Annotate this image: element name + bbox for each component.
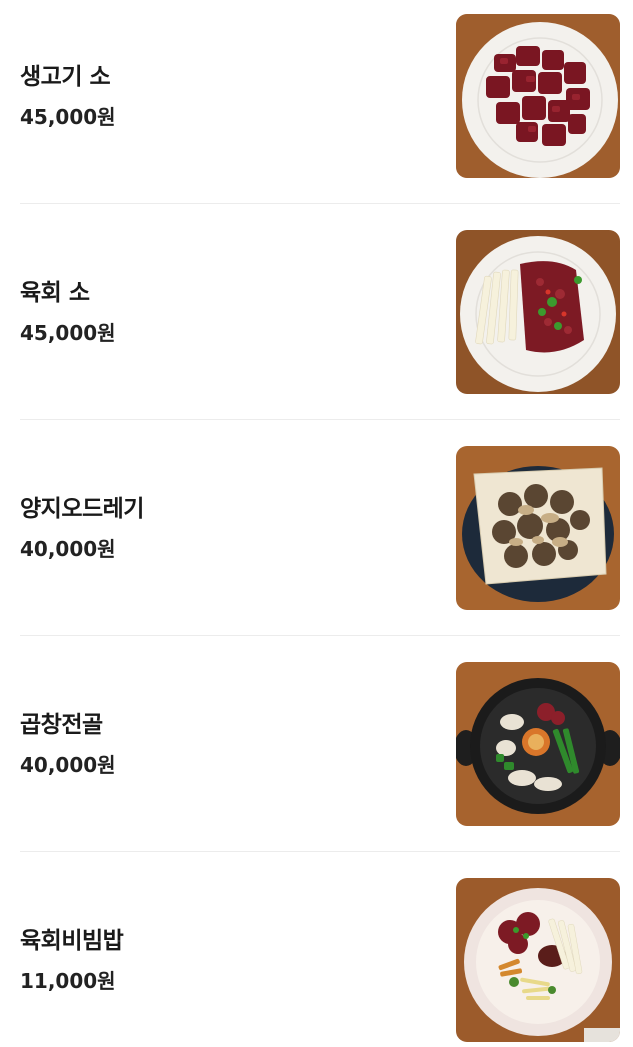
raw-beef-plate-icon [456, 14, 620, 178]
menu-item-price: 45,000원 [20, 105, 116, 129]
yukhoe-image[interactable] [456, 230, 620, 394]
menu-item[interactable]: 곱창전골 40,000원 [20, 662, 620, 826]
menu-item-info: 육회비빔밥 11,000원 [20, 926, 420, 994]
raw-beef-image[interactable] [456, 14, 620, 178]
brisket-odregi-plate-icon [456, 446, 620, 610]
gopchang-jeongol-image[interactable] [456, 662, 620, 826]
divider [20, 851, 620, 852]
yukhoe-bibimbap-bowl-icon [456, 878, 620, 1042]
menu-item[interactable]: 육회 소 45,000원 [20, 230, 620, 394]
gopchang-jeongol-pot-icon [456, 662, 620, 826]
yukhoe-plate-icon [456, 230, 620, 394]
menu-item-name: 생고기 소 [20, 64, 111, 90]
menu-list: 생고기 소 45,000원 육회 소 45,000원 양지오드레기 40,000… [0, 0, 633, 1047]
divider [20, 203, 620, 204]
menu-item-info: 양지오드레기 40,000원 [20, 494, 420, 562]
menu-item-price: 40,000원 [20, 753, 116, 777]
brisket-odregi-image[interactable] [456, 446, 620, 610]
menu-item[interactable]: 육회비빔밥 11,000원 [20, 878, 620, 1042]
menu-item-name: 육회비빔밥 [20, 928, 124, 954]
yukhoe-bibimbap-image[interactable] [456, 878, 620, 1042]
menu-item[interactable]: 양지오드레기 40,000원 [20, 446, 620, 610]
menu-item-name: 양지오드레기 [20, 496, 144, 522]
menu-item[interactable]: 생고기 소 45,000원 [20, 14, 620, 178]
menu-item-price: 40,000원 [20, 537, 116, 561]
divider [20, 419, 620, 420]
menu-item-price: 11,000원 [20, 969, 116, 993]
menu-item-info: 생고기 소 45,000원 [20, 62, 420, 130]
menu-item-info: 육회 소 45,000원 [20, 278, 420, 346]
divider [20, 635, 620, 636]
menu-item-info: 곱창전골 40,000원 [20, 710, 420, 778]
menu-item-name: 육회 소 [20, 280, 90, 306]
menu-item-name: 곱창전골 [20, 712, 103, 738]
menu-item-price: 45,000원 [20, 321, 116, 345]
